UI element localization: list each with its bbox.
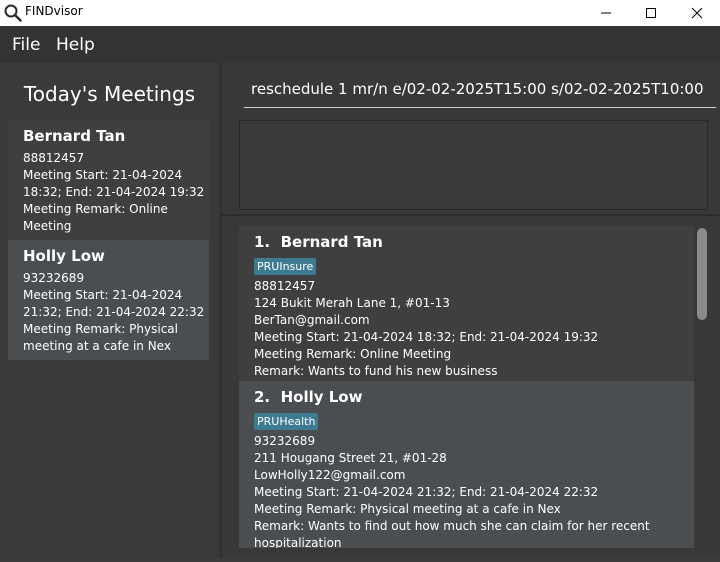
meeting-card[interactable]: Holly Low 93232689 Meeting Start: 21-04-… — [8, 240, 209, 360]
person-index: 1. — [254, 233, 271, 251]
window-title: FINDvisor — [25, 4, 83, 18]
person-tag: PRUHealth — [254, 413, 319, 430]
close-button[interactable] — [674, 0, 720, 26]
person-remark-cont: hospitalization — [254, 536, 342, 548]
minimize-icon — [601, 12, 611, 14]
list-scrollbar[interactable] — [697, 228, 707, 320]
meeting-card[interactable]: Bernard Tan 88812457 Meeting Start: 21-0… — [8, 120, 209, 240]
menu-file[interactable]: File — [12, 35, 40, 55]
panel-divider — [222, 214, 720, 216]
meeting-remark-line1: Meeting Remark: Physical — [23, 322, 178, 336]
menu-bar: File Help — [0, 26, 720, 63]
meeting-remark-line2: Meeting — [23, 219, 72, 233]
meeting-phone: 88812457 — [23, 151, 85, 165]
todays-meetings-panel: Today's Meetings Bernard Tan 88812457 Me… — [0, 63, 222, 558]
person-tag: PRUInsure — [254, 258, 317, 275]
person-name-row: 1. Bernard Tan — [254, 233, 694, 251]
person-card[interactable]: 2. Holly Low PRUHealth 93232689 211 Houg… — [239, 381, 694, 548]
meeting-time-line2: 18:32; End: 21-04-2024 19:32 — [23, 185, 205, 199]
person-card[interactable]: 1. Bernard Tan PRUInsure 88812457 124 Bu… — [239, 226, 694, 381]
minimize-button[interactable] — [583, 0, 629, 26]
command-input[interactable]: reschedule 1 mr/n e/02-02-2025T15:00 s/0… — [251, 80, 704, 98]
person-address: 211 Hougang Street 21, #01-28 — [254, 451, 447, 465]
close-icon — [691, 7, 703, 19]
person-name: Bernard Tan — [280, 233, 383, 251]
meeting-name: Holly Low — [23, 247, 105, 265]
meeting-time-line1: Meeting Start: 21-04-2024 — [23, 288, 183, 302]
person-index: 2. — [254, 388, 271, 406]
person-phone: 93232689 — [254, 434, 316, 448]
maximize-button[interactable] — [628, 0, 674, 26]
person-meeting-remark: Meeting Remark: Physical meeting at a ca… — [254, 502, 561, 516]
meeting-time-line1: Meeting Start: 21-04-2024 — [23, 168, 183, 182]
magnifier-app-icon — [4, 4, 22, 22]
person-meeting-remark: Meeting Remark: Online Meeting — [254, 347, 452, 361]
command-box[interactable]: reschedule 1 mr/n e/02-02-2025T15:00 s/0… — [230, 63, 716, 111]
person-email: BerTan@gmail.com — [254, 313, 370, 327]
person-name: Holly Low — [280, 388, 363, 406]
person-meeting: Meeting Start: 21-04-2024 18:32; End: 21… — [254, 330, 599, 344]
person-name-row: 2. Holly Low — [254, 388, 694, 406]
person-remark: Remark: Wants to find out how much she c… — [254, 519, 650, 533]
main-panel: reschedule 1 mr/n e/02-02-2025T15:00 s/0… — [222, 63, 720, 558]
menu-help[interactable]: Help — [56, 35, 95, 55]
meeting-remark-line1: Meeting Remark: Online — [23, 202, 168, 216]
person-remark: Remark: Wants to fund his new business — [254, 364, 498, 378]
todays-meetings-title: Today's Meetings — [23, 82, 196, 106]
meeting-name: Bernard Tan — [23, 127, 126, 145]
person-email: LowHolly122@gmail.com — [254, 468, 406, 482]
person-address: 124 Bukit Merah Lane 1, #01-13 — [254, 296, 450, 310]
result-display — [239, 120, 708, 210]
command-underline — [244, 107, 716, 108]
meeting-phone: 93232689 — [23, 271, 85, 285]
meeting-time-line2: 21:32; End: 21-04-2024 22:32 — [23, 305, 205, 319]
window-titlebar: FINDvisor — [0, 0, 720, 26]
person-list[interactable]: 1. Bernard Tan PRUInsure 88812457 124 Bu… — [239, 226, 694, 548]
maximize-icon — [646, 8, 656, 18]
person-phone: 88812457 — [254, 279, 316, 293]
meeting-remark-line2: meeting at a cafe in Nex — [23, 339, 171, 353]
person-meeting: Meeting Start: 21-04-2024 21:32; End: 21… — [254, 485, 599, 499]
